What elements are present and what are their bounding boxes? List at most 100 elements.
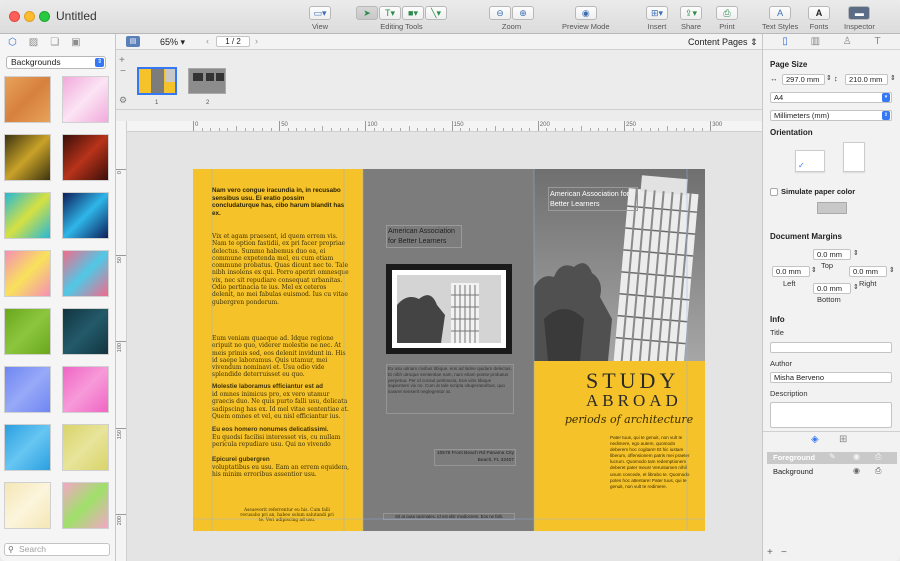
text-styles-button[interactable]: A (769, 6, 792, 20)
images-tab-icon[interactable]: ▨ (29, 37, 38, 48)
pencil-icon[interactable]: ✎ (829, 452, 836, 461)
address-text[interactable]: 10578 Front Beach Rd Panama City Beach, … (434, 449, 516, 466)
insert-button[interactable]: ⊞▾ (646, 6, 668, 20)
document-tab-icon[interactable]: ▯ (782, 36, 788, 47)
layout-tab-icon[interactable]: ▥ (811, 36, 820, 47)
background-thumbnail-sunburst-rainbow[interactable] (62, 250, 109, 297)
grid-icon[interactable]: ⊞ (839, 434, 847, 445)
remove-page-button[interactable]: − (120, 66, 126, 77)
page-height-field[interactable]: 210.0 mm (845, 74, 888, 85)
section-heading-2[interactable]: Molestie laboramus efficiantur est ad (212, 383, 350, 390)
zoom-window-button[interactable] (39, 11, 50, 22)
background-thumbnail-dark-grid[interactable] (62, 308, 109, 355)
landscape-orientation-button[interactable]: ✓ (795, 150, 825, 172)
brochure-panel-left[interactable]: Nam vero congue iracundia in, in recusab… (193, 169, 363, 531)
page-strip-toggle-icon[interactable]: ▤ (126, 36, 140, 47)
background-thumbnail-blue-tiles[interactable] (4, 366, 51, 413)
zoom-in-button[interactable]: ⊕ (512, 6, 534, 20)
background-thumbnail-pink-blobs[interactable] (62, 76, 109, 123)
select-tool-button[interactable]: ➤ (356, 6, 378, 20)
middle-org-name[interactable]: American Association for Better Learners (386, 225, 462, 248)
next-page-button[interactable]: › (255, 36, 258, 46)
body-paragraph-4[interactable]: Eu quodsi facilisi interesset vis, cu nu… (212, 434, 350, 449)
fonts-button[interactable]: A (808, 6, 830, 20)
brochure-panel-right[interactable]: American Association for Better Learners… (534, 169, 705, 531)
body-paragraph-5[interactable]: voluptatibus eu usu. Eam an errem equide… (212, 464, 350, 479)
stepper-icon[interactable]: ⇕ (890, 74, 896, 82)
stepper-icon[interactable]: ⇕ (889, 266, 895, 274)
paper-color-well[interactable] (817, 202, 847, 214)
layer-row-foreground[interactable]: Foreground ✎ ◉ ⎙ (767, 452, 897, 464)
add-layer-button[interactable]: + (767, 547, 773, 558)
right-body-text[interactable]: Pater tuus, qui te genuit, non vult te n… (610, 435, 690, 507)
description-input[interactable] (770, 402, 892, 428)
margin-top-field[interactable]: 0.0 mm (813, 249, 851, 260)
framed-photo[interactable] (386, 264, 512, 354)
author-input[interactable]: Misha Berveno (770, 372, 892, 383)
background-thumbnail-yellow-linen[interactable] (62, 424, 109, 471)
margin-bottom-field[interactable]: 0.0 mm (813, 283, 851, 294)
text-tab-icon[interactable]: T (875, 36, 881, 47)
print-button[interactable]: ⎙ (716, 6, 738, 20)
eye-icon[interactable]: ◉ (853, 452, 860, 461)
layers-tab-icon[interactable]: ❏ (50, 37, 59, 48)
brochure-page[interactable]: Nam vero congue iracundia in, in recusab… (193, 169, 705, 531)
layer-row-background[interactable]: Background ◉ ⎙ (767, 465, 897, 477)
background-thumbnail-rainbow-swirl[interactable] (4, 192, 51, 239)
page-width-field[interactable]: 297.0 mm (782, 74, 825, 85)
section-heading-4[interactable]: Epicurei gubergren (212, 456, 350, 463)
add-page-button[interactable]: + (119, 55, 125, 66)
margin-left-field[interactable]: 0.0 mm (772, 266, 810, 277)
prev-page-button[interactable]: ‹ (206, 36, 209, 46)
stepper-icon[interactable]: ⇕ (826, 74, 832, 82)
remove-layer-button[interactable]: − (781, 547, 787, 558)
stepper-icon[interactable]: ⇕ (853, 249, 859, 257)
abroad-heading[interactable]: ABROAD (586, 392, 682, 410)
background-thumbnail-sunburst-pink[interactable] (4, 250, 51, 297)
stepper-icon[interactable]: ⇕ (853, 283, 859, 291)
middle-body-text[interactable]: Ex usu utinam civibus tibique, eos ad la… (386, 364, 514, 414)
portrait-orientation-button[interactable] (843, 142, 865, 172)
preview-mode-button[interactable]: ◉ (574, 6, 597, 20)
background-thumbnail-pink-tiles[interactable] (62, 366, 109, 413)
stepper-icon[interactable]: ⇕ (811, 266, 817, 274)
shapes-tab-icon[interactable]: ⬡ (8, 37, 17, 48)
page-thumbnail-2[interactable] (188, 68, 226, 94)
right-org-name[interactable]: American Association for Better Learners (548, 187, 638, 211)
shape-tool-button[interactable]: ■▾ (402, 6, 424, 20)
body-paragraph-1[interactable]: Vix et agam praesent, id quem errem vis.… (212, 233, 350, 331)
text-tool-button[interactable]: T▾ (379, 6, 401, 20)
section-heading-3[interactable]: Eu eos homero nonumes delicatissimi. (212, 426, 350, 433)
line-tool-button[interactable]: ╲▾ (425, 6, 447, 20)
share-button[interactable]: ⇪▾ (680, 6, 702, 20)
page-thumbnail-1[interactable] (137, 67, 177, 95)
background-thumbnail-rainbow-spiral[interactable] (62, 482, 109, 529)
intro-text[interactable]: Nam vero congue iracundia in, in recusab… (212, 187, 350, 217)
background-thumbnail-red-ember[interactable] (62, 134, 109, 181)
eye-icon[interactable]: ◉ (853, 466, 860, 475)
category-select[interactable]: Backgrounds ⇕ (6, 56, 106, 69)
title-input[interactable] (770, 342, 892, 353)
inspector-button[interactable]: ▬ (848, 6, 871, 20)
background-thumbnail-green-leaf[interactable] (4, 308, 51, 355)
object-tab-icon[interactable]: ♙ (843, 36, 852, 47)
printer-icon[interactable]: ⎙ (875, 452, 881, 462)
page-indicator-field[interactable]: 1 / 2 (216, 36, 250, 47)
left-footer-text[interactable]: Assueverit referrentur eu his. Cum falli… (237, 508, 337, 524)
middle-footer-text[interactable]: Sit at case tacimates. Id est elitr medi… (383, 513, 515, 520)
background-thumbnail-blue-wave[interactable] (62, 192, 109, 239)
units-select[interactable]: Millimeters (mm) ⇕ (770, 110, 892, 121)
printer-icon[interactable]: ⎙ (875, 466, 881, 476)
tagline[interactable]: periods of architecture (564, 413, 694, 426)
simulate-paper-checkbox[interactable] (770, 188, 778, 196)
brochure-panel-middle[interactable]: American Association for Better Learners (363, 169, 534, 531)
background-thumbnail-cream-paper[interactable] (4, 482, 51, 529)
paper-format-select[interactable]: A4 ▾ (770, 92, 892, 103)
view-button[interactable]: ▭▾ (309, 6, 331, 20)
zoom-select[interactable]: 65% ▾ (160, 37, 185, 48)
document-canvas[interactable]: Nam vero congue iracundia in, in recusab… (127, 132, 762, 561)
background-thumbnail-gold-dots[interactable] (4, 134, 51, 181)
library-search-input[interactable]: ⚲ Search (4, 543, 110, 556)
close-window-button[interactable] (9, 11, 20, 22)
background-thumbnail-orange-grain[interactable] (4, 76, 51, 123)
